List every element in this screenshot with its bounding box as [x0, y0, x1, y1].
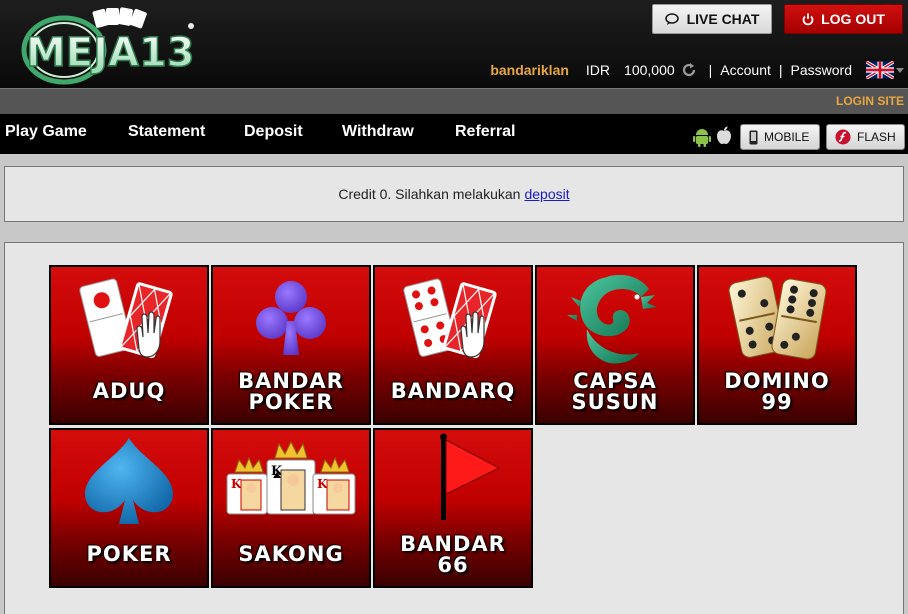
credit-message: Credit 0. Silahkan melakukan — [338, 186, 521, 202]
dice-domino-icon — [728, 276, 827, 360]
site-logo[interactable]: MEJA13 — [6, 4, 216, 86]
nav-item-play-game[interactable]: Play Game — [5, 123, 87, 141]
apple-icon[interactable] — [716, 126, 732, 145]
flash-button[interactable]: FLASH — [826, 124, 905, 150]
game-label-bandarq: BANDARQ — [390, 379, 516, 403]
king-cards-icon: K K K — [226, 440, 356, 515]
game-tile-sakong[interactable]: K K K SAKONG — [211, 428, 371, 588]
game-label-bandar-66: BANDAR 66 — [400, 532, 506, 577]
game-label-sakong: SAKONG — [238, 542, 344, 566]
game-tile-domino-99[interactable]: DOMINO 99 — [697, 265, 857, 425]
logout-label: LOG OUT — [821, 11, 885, 27]
game-tile-bandar-66[interactable]: BANDAR 66 — [373, 428, 533, 588]
uk-flag-icon[interactable] — [866, 61, 894, 79]
nav-item-withdraw[interactable]: Withdraw — [342, 123, 414, 141]
balance: 100,000 — [624, 62, 675, 78]
chat-bubble-icon — [664, 12, 679, 25]
separator: | — [778, 62, 783, 78]
deposit-link[interactable]: deposit — [524, 186, 569, 202]
nav-item-deposit[interactable]: Deposit — [244, 123, 303, 141]
account-link[interactable]: Account — [720, 62, 771, 78]
refresh-icon[interactable] — [681, 62, 697, 78]
svg-text:K: K — [231, 477, 242, 491]
flash-icon — [835, 129, 851, 145]
game-label-bandar-poker: BANDAR POKER — [238, 369, 344, 414]
live-chat-button[interactable]: LIVE CHAT — [652, 4, 772, 34]
domino-card-hand-icon — [403, 278, 497, 359]
mobile-button[interactable]: MOBILE — [740, 124, 820, 150]
svg-text:K: K — [317, 477, 328, 491]
game-label-poker: POKER — [86, 542, 172, 566]
game-tile-poker[interactable]: POKER — [49, 428, 209, 588]
header: MEJA13 LIVE CHAT LOG OUT bandariklan IDR… — [0, 0, 908, 88]
game-label-aduq: ADUQ — [92, 379, 166, 403]
game-label-capsa-susun: CAPSA SUSUN — [571, 369, 659, 414]
game-tile-bandarq[interactable]: BANDARQ — [373, 265, 533, 425]
phone-icon — [749, 130, 758, 144]
separator: | — [708, 62, 713, 78]
red-flag-icon — [440, 433, 501, 520]
currency: IDR — [585, 62, 611, 78]
live-chat-label: LIVE CHAT — [686, 11, 760, 27]
chevron-down-icon[interactable] — [896, 66, 904, 74]
flash-label: FLASH — [857, 130, 896, 144]
android-icon[interactable] — [693, 127, 711, 147]
mobile-label: MOBILE — [764, 130, 810, 144]
login-site-link[interactable]: LOGIN SITE — [836, 94, 904, 108]
login-site-bar: LOGIN SITE — [0, 88, 908, 114]
user-bar: bandariklan IDR 100,000 | Account | Pass… — [490, 60, 904, 80]
logout-button[interactable]: LOG OUT — [784, 4, 903, 34]
club-icon — [256, 281, 326, 355]
credit-notice: Credit 0. Silahkan melakukan deposit — [4, 166, 904, 222]
dragon-icon — [567, 275, 657, 364]
password-link[interactable]: Password — [791, 62, 852, 78]
nav-item-referral[interactable]: Referral — [455, 123, 515, 141]
game-label-domino-99: DOMINO 99 — [724, 369, 830, 414]
username: bandariklan — [490, 62, 569, 78]
game-tile-bandar-poker[interactable]: BANDAR POKER — [211, 265, 371, 425]
game-tile-aduq[interactable]: ADUQ — [49, 265, 209, 425]
game-tile-capsa-susun[interactable]: CAPSA SUSUN — [535, 265, 695, 425]
spade-icon — [85, 438, 173, 524]
svg-text:MEJA13: MEJA13 — [26, 30, 195, 76]
power-icon — [802, 13, 814, 25]
nav-item-statement[interactable]: Statement — [128, 123, 205, 141]
domino-card-hand-icon — [79, 278, 173, 359]
